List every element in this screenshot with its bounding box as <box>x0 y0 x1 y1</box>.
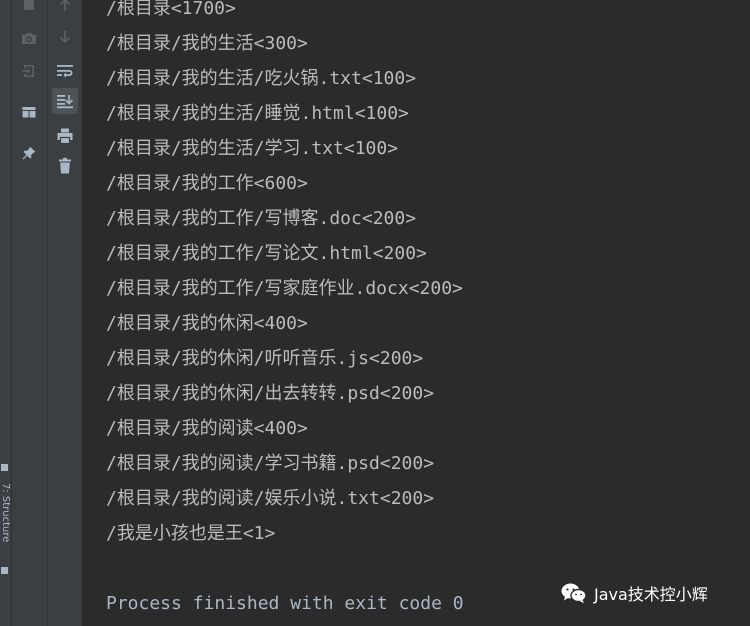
console-line: /根目录/我的阅读<400> <box>106 418 308 439</box>
next-occurrence-button[interactable] <box>52 24 78 50</box>
print-icon <box>56 127 74 145</box>
run-toolbar-left <box>12 0 48 626</box>
exit-button[interactable] <box>16 58 42 84</box>
console-line: /根目录/我的生活/睡觉.html<100> <box>106 103 409 124</box>
console-line: /根目录/我的阅读/学习书籍.psd<200> <box>106 453 435 474</box>
process-finished-message: Process finished with exit code 0 <box>106 593 464 614</box>
wechat-icon <box>560 582 588 604</box>
pin-icon <box>21 145 37 161</box>
console-line: /根目录/我的休闲/出去转转.psd<200> <box>106 383 435 404</box>
strip-icon <box>1 464 8 471</box>
run-tool-window: 7: Structure /根目录<1700> /根目录/我的生活<300> /… <box>0 0 750 626</box>
restore-layout-button[interactable] <box>16 99 42 125</box>
scroll-to-end-button[interactable] <box>52 88 78 114</box>
trash-icon <box>57 157 73 175</box>
console-line: /根目录/我的休闲/听听音乐.js<200> <box>106 348 424 369</box>
console-line: /根目录/我的阅读/娱乐小说.txt<200> <box>106 488 435 509</box>
console-line: /根目录/我的生活/吃火锅.txt<100> <box>106 68 417 89</box>
console-line: /根目录/我的生活<300> <box>106 33 308 54</box>
camera-icon <box>20 30 38 46</box>
layout-icon <box>21 104 37 120</box>
console-line: /根目录/我的工作<600> <box>106 173 308 194</box>
console-line: /根目录/我的工作/写博客.doc<200> <box>106 208 417 229</box>
stop-icon <box>21 0 37 13</box>
console-line: /根目录/我的休闲<400> <box>106 313 308 334</box>
console-line: /我是小孩也是王<1> <box>106 523 276 544</box>
console-output[interactable]: /根目录<1700> /根目录/我的生活<300> /根目录/我的生活/吃火锅.… <box>83 0 750 626</box>
clear-all-button[interactable] <box>52 153 78 179</box>
stop-button[interactable] <box>16 0 42 18</box>
dump-threads-button[interactable] <box>16 25 42 51</box>
structure-tab[interactable]: 7: Structure <box>0 483 11 563</box>
console-line: /根目录<1700> <box>106 0 236 19</box>
soft-wrap-icon <box>56 63 74 79</box>
console-line: /根目录/我的工作/写家庭作业.docx<200> <box>106 278 463 299</box>
strip-icon <box>1 567 8 574</box>
soft-wrap-button[interactable] <box>52 58 78 84</box>
console-line: /根目录/我的生活/学习.txt<100> <box>106 138 399 159</box>
tool-window-strip: 7: Structure <box>0 0 12 626</box>
print-button[interactable] <box>52 123 78 149</box>
run-toolbar-right <box>48 0 83 626</box>
watermark: Java技术控小辉 <box>560 580 708 606</box>
previous-occurrence-button[interactable] <box>52 0 78 18</box>
scroll-to-end-icon <box>56 93 74 109</box>
login-icon <box>21 63 37 79</box>
up-arrow-icon <box>57 0 73 13</box>
console-line: /根目录/我的工作/写论文.html<200> <box>106 243 427 264</box>
watermark-text: Java技术控小辉 <box>594 585 708 604</box>
down-arrow-icon <box>57 29 73 45</box>
pin-tab-button[interactable] <box>16 140 42 166</box>
